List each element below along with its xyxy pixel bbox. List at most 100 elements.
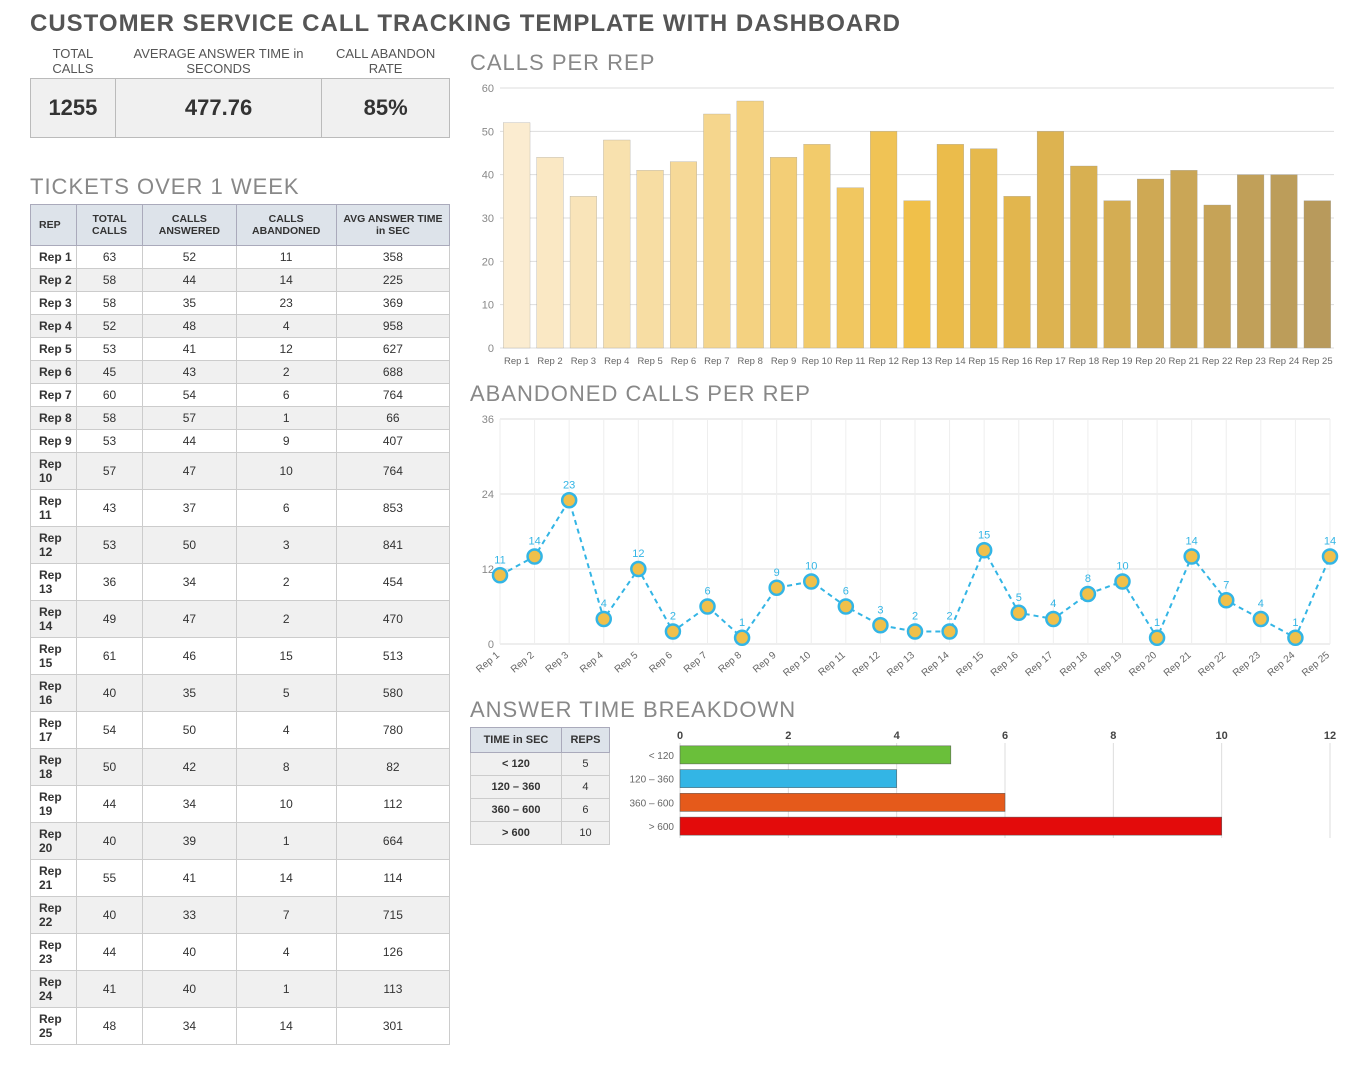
cell-abandoned: 8 xyxy=(236,749,336,786)
cell-rep: Rep 1 xyxy=(31,246,77,269)
cell-abandoned: 10 xyxy=(236,786,336,823)
cell-answered: 34 xyxy=(143,786,236,823)
cell-total: 44 xyxy=(76,934,142,971)
cell-answered: 34 xyxy=(143,1008,236,1045)
table-row: Rep 1754504780 xyxy=(31,712,450,749)
cell-rep: Rep 10 xyxy=(31,453,77,490)
cell-answered: 41 xyxy=(143,860,236,897)
table-row: Rep 1336342454 xyxy=(31,564,450,601)
answer-time-chart: 024681012< 120120 – 360360 – 600> 600 xyxy=(620,727,1340,847)
cell-abandoned: 14 xyxy=(236,860,336,897)
cell-rep: Rep 20 xyxy=(31,823,77,860)
svg-text:Rep 20: Rep 20 xyxy=(1135,356,1166,367)
table-row: Rep 1253503841 xyxy=(31,527,450,564)
cell-abandoned: 12 xyxy=(236,338,336,361)
cell-rep: Rep 22 xyxy=(31,897,77,934)
cell-total: 50 xyxy=(76,749,142,786)
cell-rep: Rep 15 xyxy=(31,638,77,675)
cell-abandoned: 6 xyxy=(236,490,336,527)
calls-chart-title: CALLS PER REP xyxy=(470,50,1333,76)
svg-text:1: 1 xyxy=(1154,617,1160,629)
abandoned-chart-title: ABANDONED CALLS PER REP xyxy=(470,381,1333,407)
cell-answered: 46 xyxy=(143,638,236,675)
cell-abandoned: 6 xyxy=(236,384,336,407)
svg-text:50: 50 xyxy=(482,126,494,138)
cell-range: > 600 xyxy=(471,822,562,845)
svg-text:Rep 15: Rep 15 xyxy=(954,650,986,679)
svg-text:Rep 23: Rep 23 xyxy=(1231,650,1263,679)
svg-text:5: 5 xyxy=(1016,592,1022,604)
cell-rep: Rep 3 xyxy=(31,292,77,315)
table-row: Rep 2441401113 xyxy=(31,971,450,1008)
cell-avg: 580 xyxy=(336,675,449,712)
cell-total: 53 xyxy=(76,527,142,564)
cell-answered: 50 xyxy=(143,712,236,749)
svg-text:Rep 9: Rep 9 xyxy=(771,356,796,367)
cell-avg: 470 xyxy=(336,601,449,638)
table-row: Rep 2240337715 xyxy=(31,897,450,934)
table-row: Rep 2344404126 xyxy=(31,934,450,971)
cell-total: 58 xyxy=(76,292,142,315)
cell-answered: 57 xyxy=(143,407,236,430)
svg-text:Rep 19: Rep 19 xyxy=(1102,356,1133,367)
table-row: Rep 953449407 xyxy=(31,430,450,453)
svg-text:3: 3 xyxy=(877,604,883,616)
cell-total: 57 xyxy=(76,453,142,490)
cell-total: 53 xyxy=(76,430,142,453)
svg-text:Rep 21: Rep 21 xyxy=(1162,650,1194,679)
cell-answered: 47 xyxy=(143,601,236,638)
svg-text:14: 14 xyxy=(528,536,540,548)
cell-avg: 112 xyxy=(336,786,449,823)
cell-answered: 42 xyxy=(143,749,236,786)
svg-text:6: 6 xyxy=(704,586,710,598)
cell-avg: 66 xyxy=(336,407,449,430)
cell-range: 360 – 600 xyxy=(471,799,562,822)
svg-text:> 600: > 600 xyxy=(649,822,675,833)
svg-text:10: 10 xyxy=(1216,730,1228,742)
cell-total: 36 xyxy=(76,564,142,601)
cell-abandoned: 1 xyxy=(236,823,336,860)
svg-text:Rep 18: Rep 18 xyxy=(1068,356,1099,367)
svg-text:< 120: < 120 xyxy=(649,751,675,762)
cell-avg: 627 xyxy=(336,338,449,361)
cell-avg: 853 xyxy=(336,490,449,527)
svg-text:Rep 24: Rep 24 xyxy=(1266,650,1298,679)
cell-total: 41 xyxy=(76,971,142,1008)
cell-answered: 37 xyxy=(143,490,236,527)
table-row: < 1205 xyxy=(471,753,610,776)
cell-rep: Rep 4 xyxy=(31,315,77,338)
svg-text:Rep 21: Rep 21 xyxy=(1169,356,1200,367)
svg-text:Rep 4: Rep 4 xyxy=(604,356,629,367)
cell-total: 48 xyxy=(76,1008,142,1045)
kpi-header-total: TOTAL CALLS xyxy=(31,44,116,79)
cell-rep: Rep 25 xyxy=(31,1008,77,1045)
cell-answered: 44 xyxy=(143,430,236,453)
svg-text:2: 2 xyxy=(785,730,791,742)
abandoned-calls-chart: 012243611Rep 114Rep 223Rep 34Rep 412Rep … xyxy=(470,411,1333,691)
cell-answered: 43 xyxy=(143,361,236,384)
svg-text:120 – 360: 120 – 360 xyxy=(630,775,675,786)
cell-rep: Rep 12 xyxy=(31,527,77,564)
table-row: Rep 185042882 xyxy=(31,749,450,786)
table-row: Rep 85857166 xyxy=(31,407,450,430)
table-row: Rep 5534112627 xyxy=(31,338,450,361)
cell-rep: Rep 2 xyxy=(31,269,77,292)
cell-rep: Rep 18 xyxy=(31,749,77,786)
svg-text:4: 4 xyxy=(894,730,901,742)
svg-text:360 – 600: 360 – 600 xyxy=(630,798,675,809)
svg-text:Rep 5: Rep 5 xyxy=(637,356,662,367)
cell-avg: 301 xyxy=(336,1008,449,1045)
cell-abandoned: 5 xyxy=(236,675,336,712)
dashboard: TOTAL CALLS AVERAGE ANSWER TIME in SECON… xyxy=(30,44,1333,1045)
svg-text:40: 40 xyxy=(482,170,494,182)
cell-abandoned: 15 xyxy=(236,638,336,675)
svg-text:4: 4 xyxy=(1050,598,1056,610)
svg-text:4: 4 xyxy=(1258,598,1264,610)
cell-answered: 40 xyxy=(143,971,236,1008)
cell-answered: 35 xyxy=(143,292,236,315)
cell-answered: 35 xyxy=(143,675,236,712)
table-row: Rep 21554114114 xyxy=(31,860,450,897)
cell-abandoned: 23 xyxy=(236,292,336,315)
table-row: Rep 25483414301 xyxy=(31,1008,450,1045)
svg-text:Rep 12: Rep 12 xyxy=(868,356,899,367)
